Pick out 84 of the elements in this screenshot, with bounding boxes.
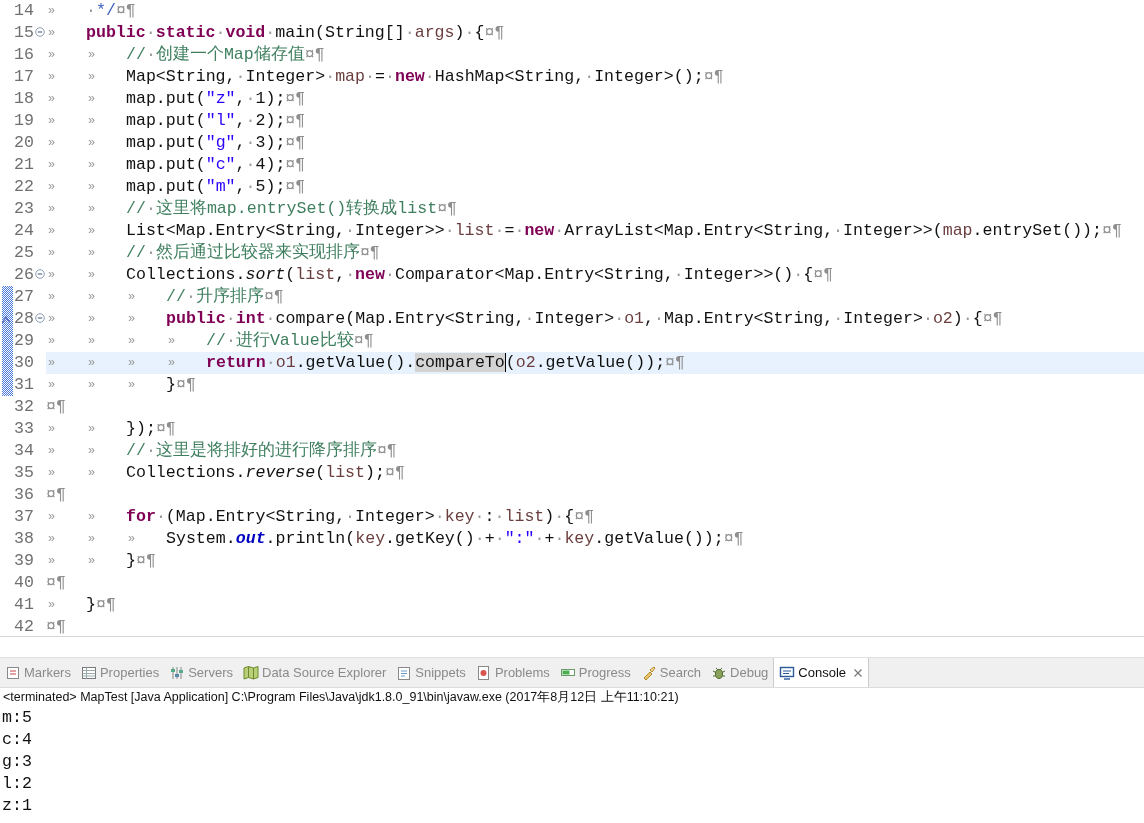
code-line: » » » public·int·compare(Map.Entry<String,·Integer>·o1,·Map.Entry<String,·Integer>·o2)·{¤¶ xyxy=(47,308,1004,330)
line-number: 20 xyxy=(14,132,34,154)
sliders-icon xyxy=(169,664,186,681)
line-number: 22 xyxy=(14,176,34,198)
close-icon[interactable] xyxy=(853,667,864,678)
clipboard-icon xyxy=(396,664,413,681)
line-number: 27 xyxy=(14,286,34,308)
code-line: » » //·创建一个Map储存值¤¶ xyxy=(47,44,326,66)
code-line: » » //·这里将map.entrySet()转换成list¤¶ xyxy=(47,198,459,220)
line-number: 30 xyxy=(14,352,34,374)
panel-tab[interactable]: Markers xyxy=(0,658,76,687)
line-number: 32 xyxy=(14,396,34,418)
code-line: ¤¶ xyxy=(46,484,67,506)
console-output-line: m:5 xyxy=(1,707,33,729)
line-number: 40 xyxy=(14,572,34,594)
panel-tab[interactable]: Data Source Explorer xyxy=(238,658,392,687)
line-number: 16 xyxy=(14,44,34,66)
line-number: 33 xyxy=(14,418,34,440)
code-line: » » map.put("g",·3);¤¶ xyxy=(47,132,307,154)
monitor-icon xyxy=(779,664,796,681)
code-line: ¤¶ xyxy=(46,572,67,594)
line-number: 24 xyxy=(14,220,34,242)
code-line: » » map.put("l",·2);¤¶ xyxy=(47,110,307,132)
line-number: 28 xyxy=(14,308,34,330)
code-line: » » » }¤¶ xyxy=(47,374,197,396)
code-line: » ·*/¤¶ xyxy=(47,0,137,22)
console-header: <terminated> MapTest [Java Application] C:\Program Files\Java\jdk1.8.0_91\bin\javaw.exe (2017年8月12日 上午11:10:21) xyxy=(2,689,680,706)
panel-tab[interactable]: Servers xyxy=(164,658,238,687)
code-line: » » » » //·进行Value比较¤¶ xyxy=(47,330,375,352)
line-number: 26 xyxy=(14,264,34,286)
console-output-line: z:1 xyxy=(1,795,33,817)
code-line: » » Collections.reverse(list);¤¶ xyxy=(47,462,406,484)
line-number: 39 xyxy=(14,550,34,572)
line-number: 31 xyxy=(14,374,34,396)
console-output-line: g:3 xyxy=(1,751,33,773)
console-output-line: c:4 xyxy=(1,729,33,751)
code-line: » » //·然后通过比较器来实现排序¤¶ xyxy=(47,242,381,264)
line-number: 29 xyxy=(14,330,34,352)
panel-tab[interactable]: Properties xyxy=(75,658,165,687)
code-line: » » map.put("z",·1);¤¶ xyxy=(47,88,307,110)
code-line: » public·static·void·main(String[]·args)·{¤¶ xyxy=(47,22,506,44)
panel-tab[interactable]: Problems xyxy=(470,658,555,687)
code-line: » » Map<String,·Integer>·map·=·new·HashMap<String,·Integer>();¤¶ xyxy=(47,66,725,88)
line-number: 15 xyxy=(14,22,34,44)
line-number: 37 xyxy=(14,506,34,528)
line-number: 19 xyxy=(14,110,34,132)
problems-icon xyxy=(475,664,492,681)
line-number: 21 xyxy=(14,154,34,176)
line-number: 14 xyxy=(14,0,34,22)
panel-tab[interactable]: Snippets xyxy=(391,658,471,687)
code-line: » » });¤¶ xyxy=(47,418,177,440)
code-line: » » Collections.sort(list,·new·Comparator<Map.Entry<String,·Integer>>()·{¤¶ xyxy=(47,264,835,286)
panel-tab[interactable]: Debug xyxy=(706,658,774,687)
code-line: ¤¶ xyxy=(46,396,67,418)
panel-tab[interactable]: Search xyxy=(635,658,707,687)
line-number: 38 xyxy=(14,528,34,550)
code-line: » » for·(Map.Entry<String,·Integer>·key·:·list)·{¤¶ xyxy=(47,506,596,528)
table-icon xyxy=(80,664,97,681)
line-number: 25 xyxy=(14,242,34,264)
line-number: 17 xyxy=(14,66,34,88)
document-icon xyxy=(5,664,21,681)
code-line: » » map.put("m",·5);¤¶ xyxy=(47,176,307,198)
line-number: 42 xyxy=(14,616,34,636)
code-line: » » }¤¶ xyxy=(47,550,157,572)
code-line: » » » System.out.println(key.getKey()·+·":"·+·key.getValue());¤¶ xyxy=(47,528,745,550)
panel-tab[interactable]: Console xyxy=(773,658,870,687)
line-number: 36 xyxy=(14,484,34,506)
collapse-icon[interactable] xyxy=(35,269,45,279)
code-line: » }¤¶ xyxy=(47,594,117,616)
code-line: ¤¶ xyxy=(46,616,67,636)
collapse-icon[interactable] xyxy=(35,27,45,37)
console-output-line: l:2 xyxy=(1,773,33,795)
code-line: » » map.put("c",·4);¤¶ xyxy=(47,154,307,176)
code-line: » » List<Map.Entry<String,·Integer>>·list·=·new·ArrayList<Map.Entry<String,·Integer>>(map.entrySet());¤¶ xyxy=(47,220,1123,242)
line-number: 35 xyxy=(14,462,34,484)
collapse-icon[interactable] xyxy=(35,313,45,323)
line-number: 18 xyxy=(14,88,34,110)
panel-tab[interactable]: Progress xyxy=(554,658,636,687)
map-icon xyxy=(243,664,259,681)
code-line: » » //·这里是将排好的进行降序排序¤¶ xyxy=(47,440,398,462)
line-number: 23 xyxy=(14,198,34,220)
code-line: » » » //·升序排序¤¶ xyxy=(47,286,285,308)
line-number: 41 xyxy=(14,594,34,616)
line-number: 34 xyxy=(14,440,34,462)
